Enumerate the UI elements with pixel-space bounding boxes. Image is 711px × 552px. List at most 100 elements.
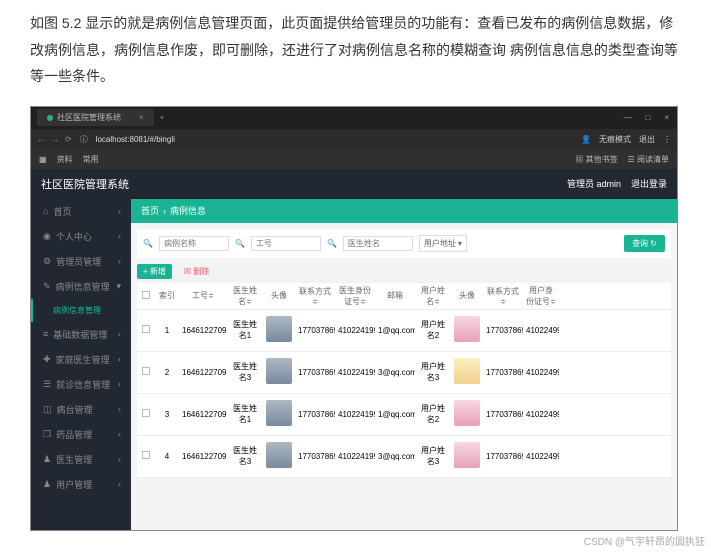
row-checkbox[interactable] <box>142 367 150 375</box>
filter-name-input[interactable] <box>159 236 229 251</box>
delete-button[interactable]: ☒ 删除 <box>178 264 215 279</box>
cell-name: 医生姓名1 <box>227 317 263 343</box>
address-bar: ← → ⟳ ⓘ localhost:8081/#/bingli 👤 无痕模式 退… <box>31 129 677 151</box>
exit-login[interactable]: 退出登录 <box>631 177 667 190</box>
sidebar-item-label: 药品管理 <box>56 428 92 441</box>
table-row: 316461227096529医生姓名117703786901410224199… <box>137 394 671 436</box>
avatar <box>266 316 292 342</box>
maximize-icon[interactable]: □ <box>645 113 650 122</box>
cell-gh: 16461227096529 <box>179 324 227 337</box>
close-tab-icon[interactable]: × <box>139 113 144 122</box>
avatar <box>454 316 480 342</box>
cell-phone: 17703786901 <box>295 408 335 421</box>
sidebar-item[interactable]: ♟医生管理‹ <box>31 447 131 472</box>
filter-doctor-input[interactable] <box>343 236 413 251</box>
avatar <box>454 442 480 468</box>
reload-icon[interactable]: ⟳ <box>65 135 72 144</box>
cell-username: 用户姓名2 <box>415 401 451 427</box>
search-icon: 🔍 <box>143 239 153 248</box>
sidebar-item[interactable]: 病例信息管理 <box>31 299 131 322</box>
cell-idcard2: 410224996102:2003 <box>523 366 559 379</box>
col-index[interactable]: 索引 <box>155 288 179 303</box>
cell-index: 1 <box>155 324 179 337</box>
sidebar-item[interactable]: ◉个人中心‹ <box>31 224 131 249</box>
select-all-checkbox[interactable] <box>142 291 150 299</box>
chevron-left-icon: ‹ <box>118 231 121 241</box>
col-phone[interactable]: 联系方式≑ <box>295 284 335 308</box>
crumb-home[interactable]: 首页 <box>141 204 159 217</box>
cell-gh: 16461227095315 <box>179 450 227 463</box>
cell-idcard: 410224199610232001 <box>335 450 375 463</box>
add-button[interactable]: + 新增 <box>137 264 172 279</box>
incognito-icon: 👤 <box>581 135 591 144</box>
table-row: 116461227096529医生姓名117703786901410224199… <box>137 310 671 352</box>
logout-link[interactable]: 退出 <box>639 134 655 145</box>
table-row: 216461227095315医生姓名317703786903410224199… <box>137 352 671 394</box>
row-checkbox[interactable] <box>142 451 150 459</box>
other-bookmarks[interactable]: ▦ 其他书签 <box>575 154 617 165</box>
cell-idcard2: 410224996102:2002 <box>523 324 559 337</box>
chevron-left-icon: ‹ <box>118 354 121 364</box>
chevron-left-icon: ‹ <box>118 404 121 414</box>
sidebar-item[interactable]: ♟ 用户管理 ‹ <box>31 472 131 497</box>
row-checkbox[interactable] <box>142 325 150 333</box>
col-idcard[interactable]: 医生身份证号≑ <box>335 283 375 309</box>
col-name[interactable]: 医生姓名≑ <box>227 283 263 309</box>
sidebar-item[interactable]: ☰就诊信息管理‹ <box>31 372 131 397</box>
cell-index: 2 <box>155 366 179 379</box>
admin-label: 管理员 admin <box>567 177 621 190</box>
sidebar-item-label: 用户管理 <box>56 478 92 491</box>
col-phone2[interactable]: 联系方式≑ <box>483 284 523 308</box>
cell-phone2: 17703786902 <box>483 408 523 421</box>
col-idcard2[interactable]: 用户身份证号≑ <box>523 283 559 309</box>
sidebar-item-label: 医生管理 <box>56 453 92 466</box>
col-email[interactable]: 邮箱 <box>375 288 415 303</box>
back-icon[interactable]: ← <box>37 135 45 144</box>
url-text[interactable]: localhost:8081/#/bingli <box>96 135 175 144</box>
avatar <box>266 400 292 426</box>
col-username[interactable]: 用户姓名≑ <box>415 283 451 309</box>
sidebar-item[interactable]: ⌂首页‹ <box>31 199 131 224</box>
filter-addr-select[interactable]: 用户地址▾ <box>419 235 467 252</box>
crumb-current: 病例信息 <box>170 204 206 217</box>
row-checkbox[interactable] <box>142 409 150 417</box>
content-area: 首页 › 病例信息 🔍 🔍 🔍 用户地址▾ 查询 ↻ + 新增 ☒ 删除 <box>131 199 677 531</box>
cell-gh: 16461227095315 <box>179 366 227 379</box>
bookmarks-common[interactable]: 常用 <box>83 154 99 165</box>
sidebar-item-label: 就诊信息管理 <box>56 378 110 391</box>
bookmarks-folder[interactable]: 资料 <box>57 154 73 165</box>
forward-icon[interactable]: → <box>51 135 59 144</box>
tab-favicon-icon <box>47 115 53 121</box>
chevron-left-icon: ‹ <box>118 479 121 489</box>
cell-phone2: 17703786903 <box>483 450 523 463</box>
sidebar-item-label: 个人中心 <box>56 230 92 243</box>
info-icon[interactable]: ⓘ <box>80 134 88 145</box>
chevron-left-icon: ‹ <box>118 329 121 339</box>
cell-email: 1@qq.com <box>375 324 415 337</box>
col-gh[interactable]: 工号≑ <box>179 288 227 303</box>
minimize-icon[interactable]: — <box>623 113 631 122</box>
breadcrumb: 首页 › 病例信息 <box>131 199 677 223</box>
data-table: 索引 工号≑ 医生姓名≑ 头像 联系方式≑ 医生身份证号≑ 邮箱 用户姓名≑ 头… <box>137 283 671 478</box>
avatar <box>266 358 292 384</box>
new-tab-icon[interactable]: + <box>160 113 165 122</box>
sidebar-item[interactable]: ✚家庭医生管理‹ <box>31 347 131 372</box>
menu-icon[interactable]: ⋮ <box>663 135 671 144</box>
sidebar-item[interactable]: ❐药品管理‹ <box>31 422 131 447</box>
chevron-left-icon: ‹ <box>118 256 121 266</box>
sidebar-item[interactable]: ≡基础数据管理‹ <box>31 322 131 347</box>
sidebar-item[interactable]: ✎病例信息管理▾ <box>31 274 131 299</box>
folder-icon[interactable]: ▦ <box>39 155 47 164</box>
sidebar-item-label: 病例信息管理 <box>56 280 110 293</box>
cell-idcard: 410224199610232001 <box>335 324 375 337</box>
sidebar-item[interactable]: ◫病台管理‹ <box>31 397 131 422</box>
cell-index: 4 <box>155 450 179 463</box>
filter-gh-input[interactable] <box>251 236 321 251</box>
sidebar-item[interactable]: ⚙管理员管理‹ <box>31 249 131 274</box>
cell-email: 1@qq.com <box>375 408 415 421</box>
reading-list[interactable]: ☰ 阅读清单 <box>628 154 669 165</box>
browser-tab[interactable]: 社区医院管理系统 × <box>37 109 154 126</box>
close-window-icon[interactable]: × <box>664 113 669 122</box>
query-button[interactable]: 查询 ↻ <box>624 235 665 252</box>
menu-icon: ♟ <box>43 479 51 490</box>
